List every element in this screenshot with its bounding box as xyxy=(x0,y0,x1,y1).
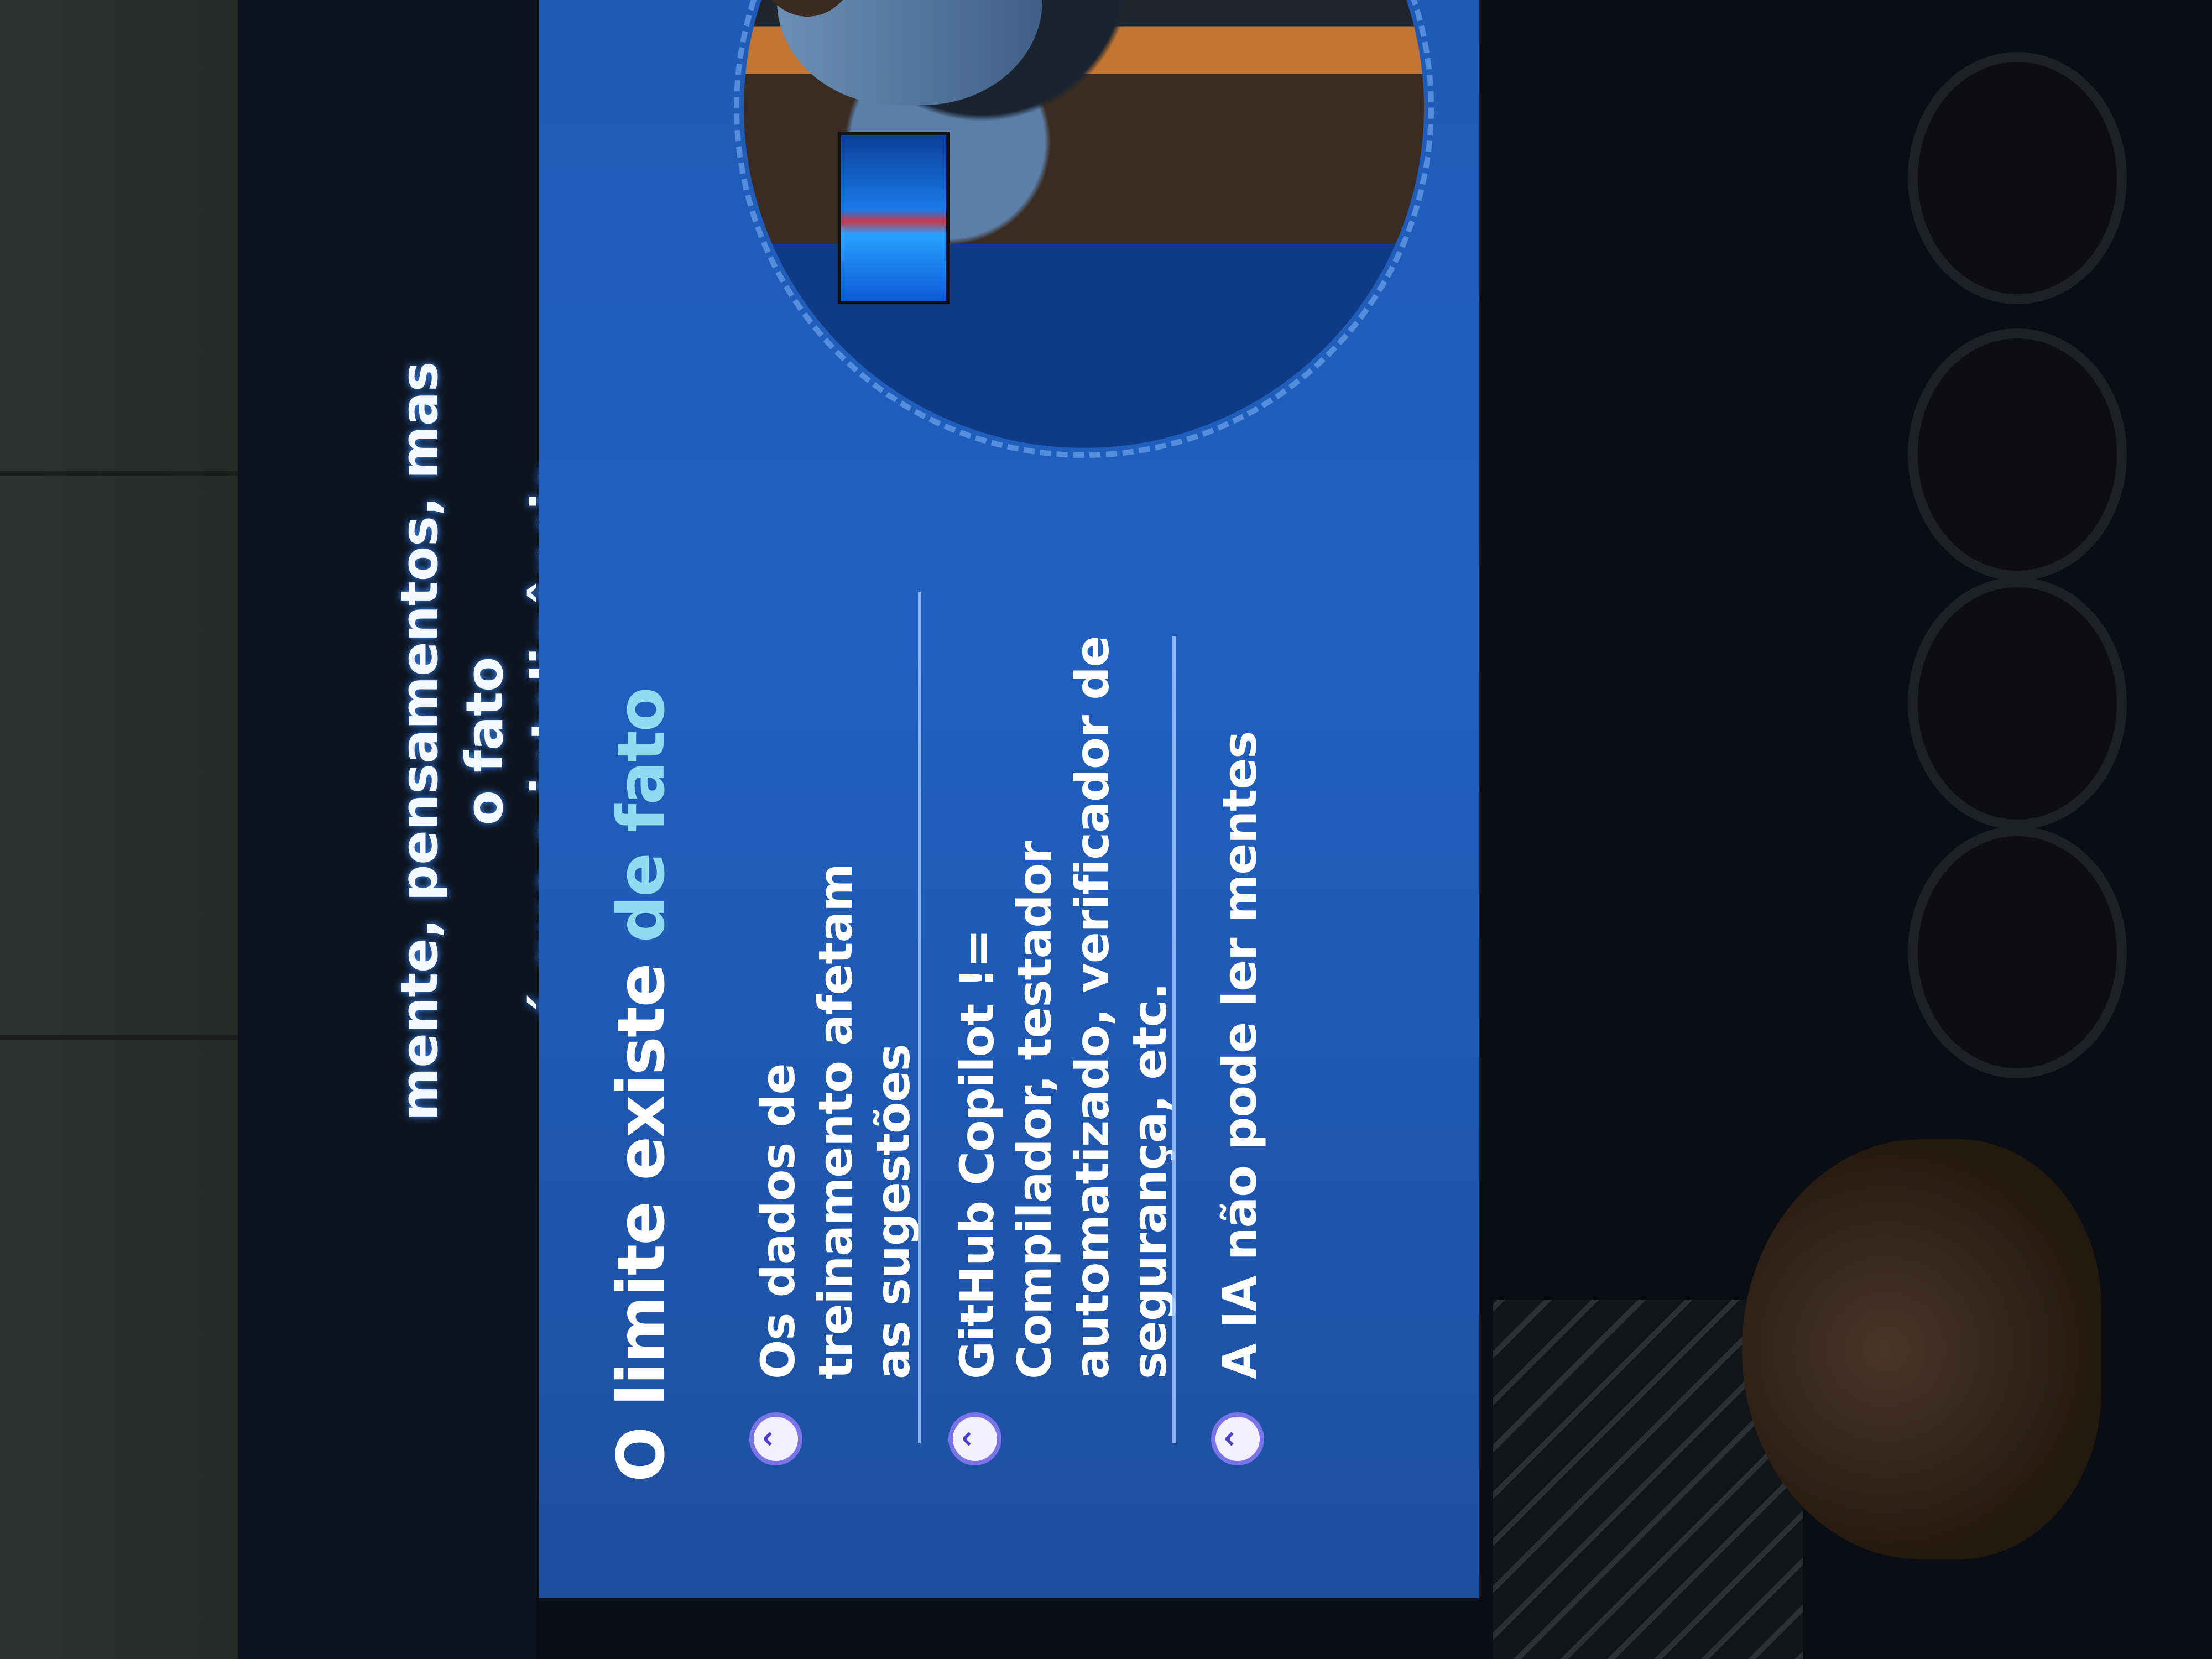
wall-seam xyxy=(0,1035,238,1040)
slide-title: O limite existe de fato xyxy=(603,688,679,1482)
wall-seam xyxy=(0,471,238,476)
bullet-item: ⌃ GitHub Copilot != Compilador, testador… xyxy=(948,636,1178,1465)
divider xyxy=(1172,636,1176,1443)
bullet-item: ⌃ Os dados de treinamento afetam as suge… xyxy=(749,802,922,1465)
title-accent: de fato xyxy=(603,688,679,943)
person xyxy=(777,0,1042,105)
bullet-text: A IA não pode ler mentes xyxy=(1213,731,1267,1379)
wall xyxy=(0,0,238,1659)
chair xyxy=(1908,328,2127,581)
chevron-up-icon: ⌃ xyxy=(1211,1412,1264,1465)
bullet-text: GitHub Copilot != Compilador, testador a… xyxy=(950,636,1177,1379)
monitor xyxy=(838,132,950,304)
chevron-up-icon: ⌃ xyxy=(948,1412,1001,1465)
developer-photo xyxy=(734,0,1434,458)
divider xyxy=(918,592,921,1443)
chair xyxy=(1908,826,2127,1078)
bullet-item: ⌃ A IA não pode ler mentes xyxy=(1211,636,1269,1465)
presentation-slide: O limite existe de fato ⌃ Os dados de tr… xyxy=(539,0,1479,1598)
chair xyxy=(1908,577,2127,830)
photo-scene: mente, pensamentos, mas o fato é que a i… xyxy=(0,0,2212,1659)
caption-line-1: mente, pensamentos, mas o fato xyxy=(390,361,514,1121)
chevron-up-icon: ⌃ xyxy=(749,1412,802,1465)
title-main: O limite existe xyxy=(603,942,679,1482)
bullet-text: Os dados de treinamento afetam as sugest… xyxy=(751,864,920,1379)
chair xyxy=(1908,52,2127,304)
audience-chairs xyxy=(1908,0,2212,1659)
